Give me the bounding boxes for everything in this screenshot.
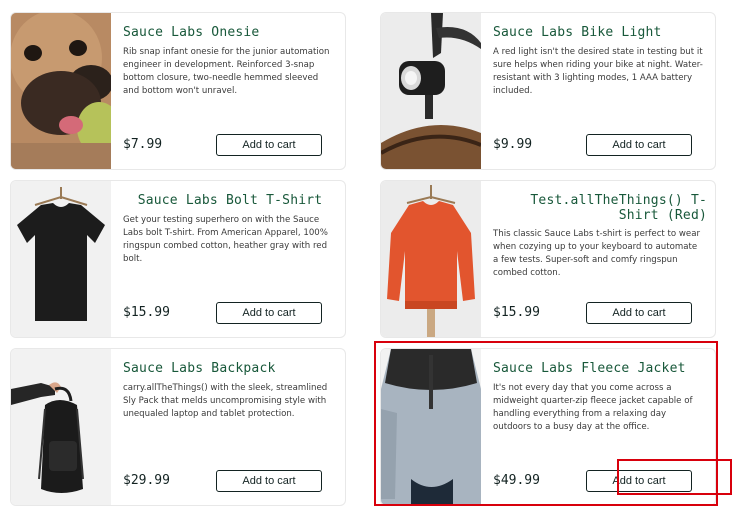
product-image-onesie[interactable] [11, 13, 111, 169]
product-price: $7.99 [123, 137, 163, 152]
product-title[interactable]: Sauce Labs Fleece Jacket [493, 361, 707, 376]
add-to-cart-button[interactable]: Add to cart [216, 134, 322, 156]
product-image-backpack[interactable] [11, 349, 111, 505]
add-to-cart-button[interactable]: Add to cart [216, 470, 322, 492]
add-to-cart-button[interactable]: Add to cart [586, 134, 692, 156]
product-description: Rib snap infant onesie for the junior au… [123, 47, 330, 96]
red-sweatshirt-photo-icon [381, 181, 481, 337]
product-description: This classic Sauce Labs t-shirt is perfe… [493, 229, 701, 278]
product-card-backpack: Sauce Labs Backpack carry.allTheThings()… [10, 348, 346, 506]
product-price: $49.99 [493, 473, 540, 488]
bike-light-photo-icon [381, 13, 481, 169]
product-price: $29.99 [123, 473, 170, 488]
fleece-jacket-photo-icon [381, 349, 481, 505]
black-tshirt-photo-icon [11, 181, 111, 337]
product-card-bolt-tshirt: Sauce Labs Bolt T-Shirt Get your testing… [10, 180, 346, 338]
product-card-red-tshirt: Test.allTheThings() T- Shirt (Red) This … [380, 180, 716, 338]
product-price: $9.99 [493, 137, 533, 152]
product-price: $15.99 [493, 305, 540, 320]
product-title[interactable]: Sauce Labs Backpack [123, 361, 337, 376]
add-to-cart-button[interactable]: Add to cart [586, 302, 692, 324]
add-to-cart-button[interactable]: Add to cart [586, 470, 692, 492]
product-description: A red light isn't the desired state in t… [493, 47, 703, 96]
product-card-bike-light: Sauce Labs Bike Light A red light isn't … [380, 12, 716, 170]
product-image-bolt-tshirt[interactable] [11, 181, 111, 337]
product-image-red-tshirt[interactable] [381, 181, 481, 337]
backpack-photo-icon [11, 349, 111, 505]
product-description: It's not every day that you come across … [493, 383, 693, 432]
product-card-onesie: Sauce Labs Onesie Rib snap infant onesie… [10, 12, 346, 170]
product-price: $15.99 [123, 305, 170, 320]
dog-with-ball-photo-icon [11, 13, 111, 169]
product-description: Get your testing superhero on with the S… [123, 215, 328, 264]
product-title[interactable]: Sauce Labs Bolt T-Shirt [123, 193, 337, 208]
product-title[interactable]: Sauce Labs Onesie [123, 25, 337, 40]
add-to-cart-button[interactable]: Add to cart [216, 302, 322, 324]
product-card-fleece-jacket: Sauce Labs Fleece Jacket It's not every … [380, 348, 716, 506]
product-title[interactable]: Test.allTheThings() T- Shirt (Red) [493, 193, 707, 223]
product-description: carry.allTheThings() with the sleek, str… [123, 383, 328, 419]
product-title[interactable]: Sauce Labs Bike Light [493, 25, 707, 40]
product-image-fleece-jacket[interactable] [381, 349, 481, 505]
product-image-bike-light[interactable] [381, 13, 481, 169]
